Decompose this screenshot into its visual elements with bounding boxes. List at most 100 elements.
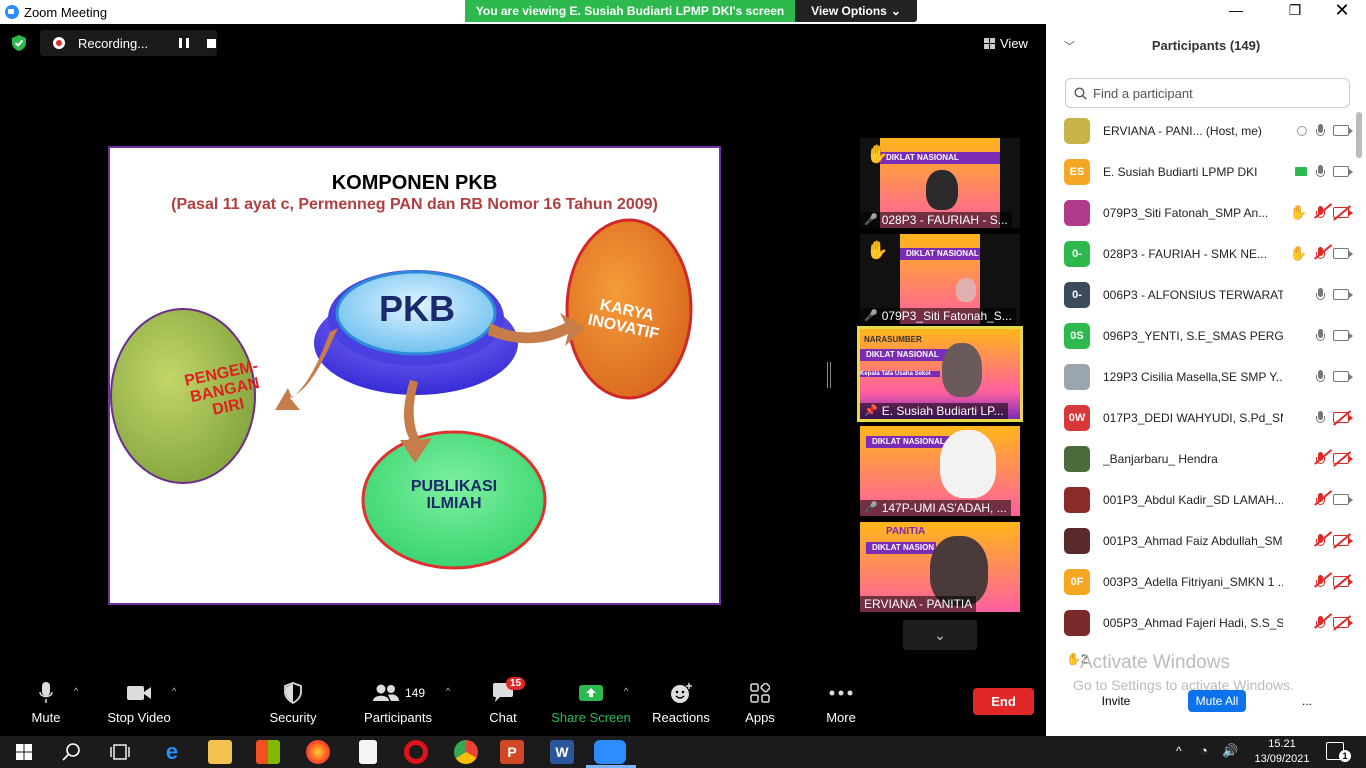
powerpoint-icon[interactable]: P [500, 740, 524, 764]
pause-recording-icon[interactable] [179, 38, 190, 48]
chrome-icon[interactable] [454, 740, 478, 764]
invite-button[interactable]: Invite [1092, 690, 1140, 712]
participant-row[interactable]: 0S 096P3_YENTI, S.E_SMAS PERGU... [1064, 315, 1353, 356]
volume-icon[interactable]: 🔊 [1222, 743, 1238, 759]
participant-list-scrollbar[interactable] [1356, 112, 1362, 158]
more-button[interactable]: More [824, 680, 858, 725]
video-camera-icon[interactable] [1333, 125, 1353, 136]
microphone-icon[interactable] [1315, 369, 1325, 384]
panel-resize-handle[interactable] [827, 362, 831, 388]
document-icon[interactable] [359, 740, 377, 764]
participant-video [956, 278, 976, 302]
apps-button[interactable]: Apps [744, 680, 776, 725]
mute-all-button[interactable]: Mute All [1188, 690, 1246, 712]
scroll-tiles-down-button[interactable]: ⌄ [903, 620, 977, 650]
participant-row[interactable]: 0W 017P3_DEDI WAHYUDI, S.Pd_SM... [1064, 397, 1353, 438]
end-meeting-button[interactable]: End [973, 688, 1034, 715]
participants-options-caret-icon[interactable]: ^ [446, 686, 450, 696]
share-options-caret-icon[interactable]: ^ [624, 686, 628, 696]
wifi-icon[interactable]: ◔ [1200, 743, 1208, 758]
restore-icon[interactable]: ❐ [1280, 2, 1310, 19]
microphone-muted-icon[interactable] [1314, 530, 1332, 548]
video-camera-icon[interactable] [1333, 248, 1353, 259]
microphone-muted-icon[interactable] [1314, 489, 1332, 507]
search-icon [1074, 86, 1087, 100]
file-explorer-icon[interactable] [208, 740, 232, 764]
tile-top-text: PANITIA [886, 526, 926, 537]
search-icon[interactable] [60, 740, 84, 764]
taskbar-clock[interactable]: 15.21 13/09/2021 [1252, 737, 1312, 767]
firefox-icon[interactable] [306, 740, 330, 764]
video-off-icon[interactable] [1333, 410, 1353, 426]
video-camera-icon[interactable] [1333, 330, 1353, 341]
video-tile[interactable]: DIKLAT NASIONAL ✋ 🎤 028P3 - FAURIAH - S.… [860, 138, 1020, 228]
view-options-button[interactable]: View Options ⌄ [795, 0, 917, 22]
window-controls: — ❐ ✕ [1046, 0, 1366, 24]
opera-icon[interactable] [404, 740, 428, 764]
active-speaker-tile[interactable]: NARASUMBER DIKLAT NASIONAL Kepala Tata U… [857, 326, 1023, 422]
microphone-icon[interactable] [1315, 410, 1325, 425]
participant-row[interactable]: 079P3_Siti Fatonah_SMP An... ✋ [1064, 192, 1353, 233]
video-off-icon[interactable] [1333, 451, 1353, 467]
video-camera-icon[interactable] [1333, 371, 1353, 382]
stop-recording-icon[interactable] [207, 38, 217, 48]
video-options-caret-icon[interactable]: ^ [172, 686, 176, 696]
edge-browser-icon[interactable]: e [160, 740, 184, 764]
microphone-muted-icon[interactable] [1314, 243, 1332, 261]
view-layout-button[interactable]: View [984, 32, 1036, 54]
participant-row[interactable]: ERVIANA - PANI... (Host, me) [1064, 110, 1353, 151]
participant-search-input[interactable]: Find a participant [1065, 78, 1350, 108]
participant-row[interactable]: 129P3 Cisilia Masella,SE SMP Y... [1064, 356, 1353, 397]
video-tile[interactable]: DIKLAT NASIONAL 🎤 147P-UMI AS'ADAH, ... [860, 426, 1020, 516]
minimize-icon[interactable]: — [1221, 2, 1251, 18]
share-screen-button[interactable]: Share Screen [551, 680, 631, 725]
clock-date: 13/09/2021 [1254, 753, 1310, 765]
audio-options-caret-icon[interactable]: ^ [74, 686, 78, 696]
tile-name: 079P3_Siti Fatonah_S... [881, 309, 1012, 323]
video-camera-icon[interactable] [1333, 166, 1353, 177]
participant-row[interactable]: 001P3_Abdul Kadir_SD LAMAH... [1064, 479, 1353, 520]
reactions-label: Reactions [652, 710, 710, 725]
security-button[interactable]: Security [270, 680, 316, 725]
microphone-icon[interactable] [1315, 328, 1325, 343]
video-tile[interactable]: DIKLAT NASIONAL ✋ 🎤 079P3_Siti Fatonah_S… [860, 234, 1020, 324]
video-off-icon[interactable] [1333, 205, 1353, 221]
video-camera-icon[interactable] [1333, 494, 1353, 505]
reactions-button[interactable]: Reactions [652, 680, 710, 725]
video-off-icon[interactable] [1333, 574, 1353, 590]
microsoft-store-icon[interactable] [256, 740, 280, 764]
mute-button[interactable]: Mute [26, 680, 66, 725]
participants-button[interactable]: 149 Participants [364, 680, 432, 725]
microphone-icon[interactable] [1315, 164, 1325, 179]
microphone-muted-icon[interactable] [1314, 612, 1332, 630]
microphone-icon[interactable] [1315, 287, 1325, 302]
microphone-icon[interactable] [1315, 123, 1325, 138]
word-icon[interactable]: W [550, 740, 574, 764]
microphone-muted-icon[interactable] [1314, 448, 1332, 466]
sharing-screen-icon [1295, 167, 1307, 176]
video-off-icon[interactable] [1333, 615, 1353, 631]
more-options-button[interactable]: ... [1294, 690, 1320, 712]
participant-row[interactable]: _Banjarbaru_ Hendra [1064, 438, 1353, 479]
video-camera-icon[interactable] [1333, 289, 1353, 300]
chat-unread-badge: 15 [506, 677, 526, 690]
participant-row[interactable]: 0- 006P3 - ALFONSIUS TERWARAT,... [1064, 274, 1353, 315]
microphone-muted-icon[interactable] [1314, 202, 1332, 220]
participant-row[interactable]: ES E. Susiah Budiarti LPMP DKI [1064, 151, 1353, 192]
show-hidden-icons-chevron-icon[interactable]: ^ [1176, 744, 1182, 758]
windows-start-icon[interactable] [12, 740, 36, 764]
microphone-muted-icon[interactable] [1314, 571, 1332, 589]
task-view-icon[interactable] [108, 740, 132, 764]
zoom-app-icon[interactable] [594, 740, 626, 764]
participant-row[interactable]: 001P3_Ahmad Faiz Abdullah_SM... [1064, 520, 1353, 561]
stop-video-button[interactable]: Stop Video [107, 680, 171, 725]
video-tile[interactable]: PANITIA DIKLAT NASION ERVIANA - PANITIA [860, 522, 1020, 612]
activate-windows-title: Activate Windows [1080, 652, 1230, 673]
participant-row[interactable]: 0- 028P3 - FAURIAH - SMK NE... ✋ [1064, 233, 1353, 274]
recording-status-icon [1297, 125, 1307, 136]
encryption-shield-icon[interactable] [10, 34, 28, 52]
video-off-icon[interactable] [1333, 533, 1353, 549]
participant-row[interactable]: 0F 003P3_Adella Fitriyani_SMKN 1 ... [1064, 561, 1353, 602]
participant-row[interactable]: 005P3_Ahmad Fajeri Hadi, S.S_S... [1064, 602, 1353, 643]
close-icon[interactable]: ✕ [1327, 0, 1357, 21]
